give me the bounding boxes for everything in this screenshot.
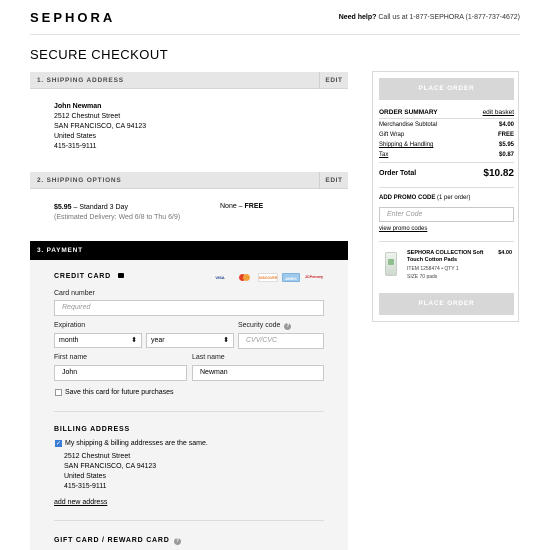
amex-icon: AMEX: [282, 273, 300, 282]
shipping-options-bar: 2. SHIPPING OPTIONS EDIT: [30, 172, 348, 189]
promo-code-input[interactable]: Enter Code: [379, 207, 514, 222]
billing-address-block: 2512 Chestnut Street SAN FRANCISCO, CA 9…: [64, 452, 156, 492]
shipping-estimate: (Estimated Delivery: Wed 6/8 to Thu 6/9): [54, 214, 181, 221]
product-size: SIZE 70 pads: [407, 274, 438, 280]
page-title: SECURE CHECKOUT: [30, 47, 169, 62]
lock-icon: [117, 273, 124, 278]
shipping-address-block: John Newman 2512 Chestnut Street SAN FRA…: [54, 102, 146, 152]
promo-code-placeholder: Enter Code: [387, 211, 423, 218]
chevron-down-icon: ⬍: [131, 337, 137, 344]
month-select[interactable]: month ⬍: [54, 333, 142, 348]
save-card-label: Save this card for future purchases: [65, 389, 174, 396]
same-address-checkbox[interactable]: ✓: [55, 440, 62, 447]
security-code-placeholder: CVV/CVC: [246, 337, 278, 344]
billing-divider: [54, 520, 324, 521]
shipping-address-heading: 1. SHIPPING ADDRESS: [37, 77, 124, 84]
shipping-options-heading: 2. SHIPPING OPTIONS: [37, 177, 122, 184]
year-select[interactable]: year ⬍: [146, 333, 234, 348]
shipping-city: SAN FRANCISCO, CA 94123: [54, 123, 147, 130]
card-number-label: Card number: [54, 290, 95, 297]
first-name-input[interactable]: John: [54, 365, 187, 381]
expiration-label: Expiration: [54, 322, 86, 329]
summary-row-tax: Tax $0.87: [379, 152, 514, 158]
shipping-street: 2512 Chestnut Street: [54, 113, 121, 120]
summary-divider: [379, 118, 514, 119]
shipping-price: $5.95: [54, 204, 72, 211]
order-total-value: $10.82: [483, 168, 514, 179]
billing-city: SAN FRANCISCO, CA 94123: [64, 463, 157, 470]
summary-row-subtotal: Merchandise Subtotal $4.00: [379, 122, 514, 128]
security-code-label: Security code ?: [238, 322, 292, 330]
month-value: month: [59, 337, 79, 344]
summary-divider: [379, 241, 514, 242]
help-label: Need help?: [338, 14, 377, 21]
product-name[interactable]: SEPHORA COLLECTION Soft Touch Cotton Pad…: [407, 250, 487, 264]
product-price: $4.00: [498, 250, 512, 256]
shipping-method: $5.95 – Standard 3 Day (Estimated Delive…: [54, 203, 180, 223]
add-new-address-link[interactable]: add new address: [54, 499, 107, 506]
visa-icon: VISA: [215, 275, 225, 280]
header-divider: [30, 34, 520, 35]
promo-heading: ADD PROMO CODE (1 per order): [379, 195, 471, 201]
last-name-label: Last name: [192, 354, 225, 361]
payment-bar: 3. PAYMENT: [30, 241, 348, 260]
billing-street: 2512 Chestnut Street: [64, 453, 131, 460]
save-card-checkbox[interactable]: [55, 389, 62, 396]
help-icon[interactable]: ?: [284, 323, 292, 330]
gift-wrap-label: None –: [220, 203, 245, 210]
help-phone: Call us at 1-877-SEPHORA (1-877-737-4672…: [376, 14, 520, 21]
order-summary-heading: ORDER SUMMARY edit basket: [379, 109, 514, 116]
card-number-placeholder: Required: [62, 304, 91, 311]
summary-row-shipping: Shipping & Handling $5.95: [379, 142, 514, 148]
payment-heading: 3. PAYMENT: [37, 247, 83, 254]
mastercard-icon: [236, 273, 252, 282]
summary-divider: [379, 187, 514, 188]
view-promo-codes-link[interactable]: view promo codes: [379, 226, 514, 232]
discover-icon: DISCOVER: [258, 273, 278, 282]
gift-card-heading: GIFT CARD / REWARD CARD ?: [54, 537, 182, 545]
edit-shipping-address-button[interactable]: EDIT: [319, 72, 348, 89]
gift-wrap-value: FREE: [244, 203, 264, 210]
sephora-logo[interactable]: SEPHORA: [30, 10, 115, 25]
same-address-label: My shipping & billing addresses are the …: [65, 440, 208, 447]
year-value: year: [151, 337, 165, 344]
gift-wrap-option: None – FREE: [220, 203, 263, 210]
shipping-method-name: – Standard 3 Day: [71, 204, 128, 211]
shipping-handling-link[interactable]: Shipping & Handling: [379, 142, 433, 148]
first-name-label: First name: [54, 354, 88, 361]
edit-shipping-options-button[interactable]: EDIT: [319, 172, 348, 189]
security-code-input[interactable]: CVV/CVC: [238, 333, 324, 349]
help-text: Need help? Call us at 1-877-SEPHORA (1-8…: [339, 14, 520, 21]
product-meta: ITEM 1258474 • QTY 1: [407, 266, 459, 272]
summary-divider: [379, 162, 514, 163]
jcpenney-icon: JCPenney: [304, 275, 324, 279]
payment-divider: [54, 411, 324, 412]
shipping-name: John Newman: [54, 103, 102, 110]
edit-basket-link[interactable]: edit basket: [483, 109, 514, 116]
order-summary-panel: PLACE ORDER ORDER SUMMARY edit basket Me…: [372, 71, 519, 322]
last-name-input[interactable]: Newman: [192, 365, 324, 381]
shipping-country: United States: [54, 133, 97, 140]
billing-country: United States: [64, 473, 107, 480]
billing-address-heading: BILLING ADDRESS: [54, 426, 130, 433]
shipping-phone: 415-315-9111: [54, 143, 97, 150]
help-icon[interactable]: ?: [174, 538, 182, 545]
product-thumbnail[interactable]: [385, 252, 397, 276]
billing-phone: 415-315-9111: [64, 483, 107, 490]
tax-link[interactable]: Tax: [379, 152, 388, 158]
credit-card-heading: CREDIT CARD: [54, 273, 124, 280]
summary-row-gift-wrap: Gift Wrap FREE: [379, 132, 514, 138]
shipping-address-bar: 1. SHIPPING ADDRESS EDIT: [30, 72, 348, 89]
chevron-down-icon: ⬍: [223, 337, 229, 344]
place-order-button-top[interactable]: PLACE ORDER: [379, 78, 514, 100]
order-total: Order Total $10.82: [379, 168, 514, 179]
place-order-button-bottom[interactable]: PLACE ORDER: [379, 293, 514, 315]
card-number-input[interactable]: Required: [54, 300, 324, 316]
